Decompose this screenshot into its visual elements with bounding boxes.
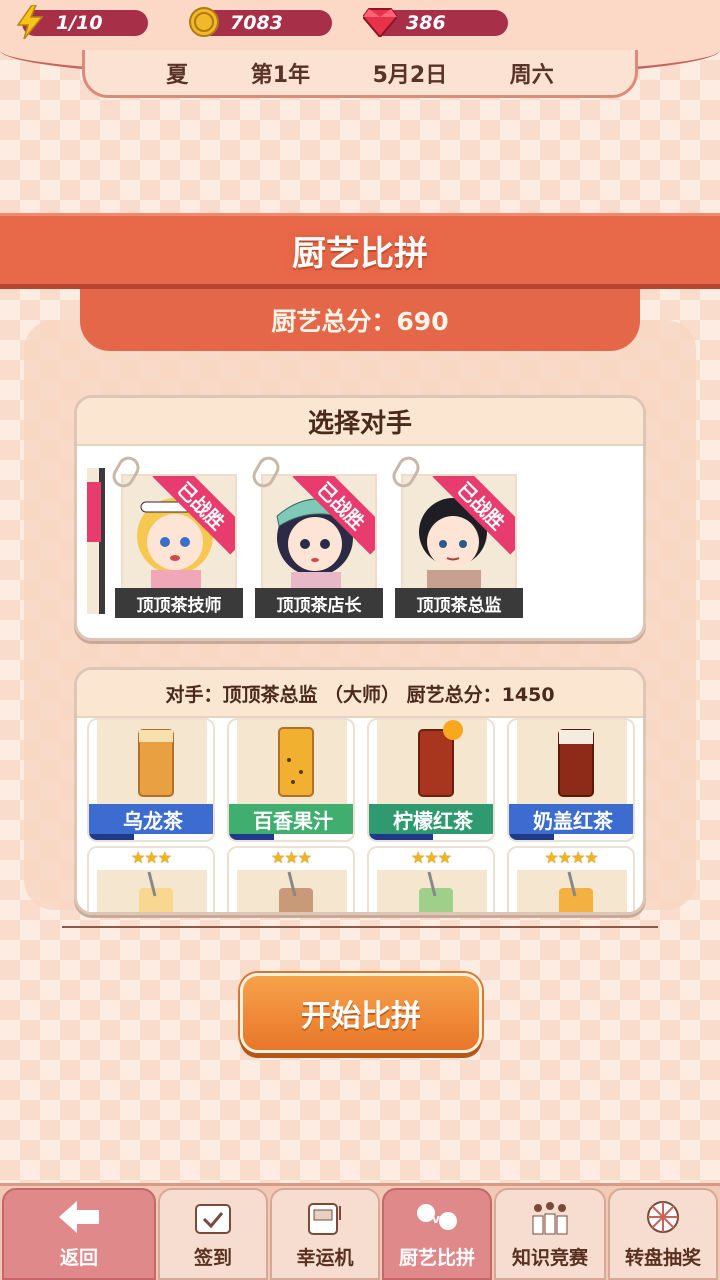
opponent-select-title: 选择对手: [77, 398, 643, 446]
opponent-select-card: 选择对手 已战胜 顶顶茶技师 已战胜 顶顶茶店长 已战胜 顶顶茶总监: [74, 395, 646, 641]
nav-lucky-machine-button[interactable]: 幸运机: [270, 1188, 380, 1280]
calendar-check-icon: [189, 1195, 237, 1239]
drink-progress: [369, 834, 493, 840]
gem-icon: [362, 4, 398, 40]
coin-counter: 7083: [189, 7, 332, 37]
drink-image: [517, 870, 627, 912]
drink-rating: ★★★★: [544, 848, 598, 867]
opponent-portrait: 已战胜: [121, 474, 237, 590]
player-score: 厨艺总分：690: [80, 289, 640, 351]
lightning-icon: [12, 4, 48, 40]
nav-cooking-battle-button[interactable]: VS 厨艺比拼: [382, 1188, 492, 1280]
svg-text:VS: VS: [432, 1215, 447, 1226]
divider: [62, 926, 658, 928]
drink-item[interactable]: 乌龙茶: [87, 718, 215, 842]
drink-image: [237, 870, 347, 912]
drink-rating: ★★★: [130, 848, 172, 867]
year-label: 第1年: [250, 62, 311, 88]
opponent-detail-card: 对手：顶顶茶总监 （大师） 厨艺总分：1450 乌龙茶 百香果汁 柠檬红茶 奶盖…: [74, 667, 646, 915]
opponent-peek[interactable]: [87, 468, 105, 614]
opponent-name: 顶顶茶技师: [115, 588, 243, 618]
season-label: 夏: [166, 62, 189, 88]
drink-progress: [89, 834, 213, 840]
opponent-name: 顶顶茶总监: [395, 588, 523, 618]
drink-item[interactable]: 百香果汁: [227, 718, 355, 842]
contestants-icon: [526, 1195, 574, 1239]
energy-counter: 1/10: [16, 5, 148, 39]
nav-quiz-button[interactable]: 知识竞赛: [494, 1188, 606, 1280]
drink-progress: [509, 834, 633, 840]
day-label: 5月2日: [372, 62, 448, 88]
coin-icon: [186, 4, 222, 40]
drink-rating: ★★★: [410, 848, 452, 867]
drink-item[interactable]: 奶盖红茶: [507, 718, 635, 842]
start-battle-button[interactable]: 开始比拼: [240, 973, 482, 1053]
drink-name: 奶盖红茶: [509, 804, 633, 834]
opponent-portrait: 已战胜: [261, 474, 377, 590]
opponent-card[interactable]: 已战胜 顶顶茶技师: [108, 452, 243, 618]
page-title: 厨艺比拼: [0, 213, 720, 289]
drink-name: 百香果汁: [229, 804, 353, 834]
nav-checkin-button[interactable]: 签到: [158, 1188, 268, 1280]
nav-back-button[interactable]: 返回: [2, 1188, 156, 1280]
drink-progress: [229, 834, 353, 840]
drink-item[interactable]: ★★★★: [507, 846, 635, 912]
opponent-portrait: 已战胜: [401, 474, 517, 590]
weekday-label: 周六: [509, 62, 554, 88]
drink-rating: ★★★: [270, 848, 312, 867]
drink-name: 乌龙茶: [89, 804, 213, 834]
opponent-card[interactable]: 已战胜 顶顶茶店长: [248, 452, 383, 618]
nav-wheel-button[interactable]: 转盘抽奖: [608, 1188, 718, 1280]
drink-item[interactable]: ★★★: [87, 846, 215, 912]
opponent-info: 对手：顶顶茶总监 （大师） 厨艺总分：1450: [77, 670, 643, 718]
chef-vs-icon: VS: [413, 1195, 461, 1239]
opponent-card[interactable]: 已战胜 顶顶茶总监: [388, 452, 523, 618]
gem-counter: 386: [363, 8, 508, 37]
drink-item[interactable]: ★★★: [227, 846, 355, 912]
drink-image: [237, 720, 347, 804]
drink-image: [97, 720, 207, 804]
drink-name: 柠檬红茶: [369, 804, 493, 834]
drink-item[interactable]: ★★★: [367, 846, 495, 912]
back-arrow-icon: [55, 1195, 103, 1239]
drink-image: [377, 720, 487, 804]
opponent-name: 顶顶茶店长: [255, 588, 383, 618]
date-bar: 夏 第1年 5月2日 周六: [82, 50, 638, 98]
drink-image: [377, 870, 487, 912]
drink-image: [97, 870, 207, 912]
drink-item[interactable]: 柠檬红茶: [367, 718, 495, 842]
slot-machine-icon: [301, 1195, 349, 1239]
wheel-icon: [639, 1195, 687, 1239]
drink-image: [517, 720, 627, 804]
